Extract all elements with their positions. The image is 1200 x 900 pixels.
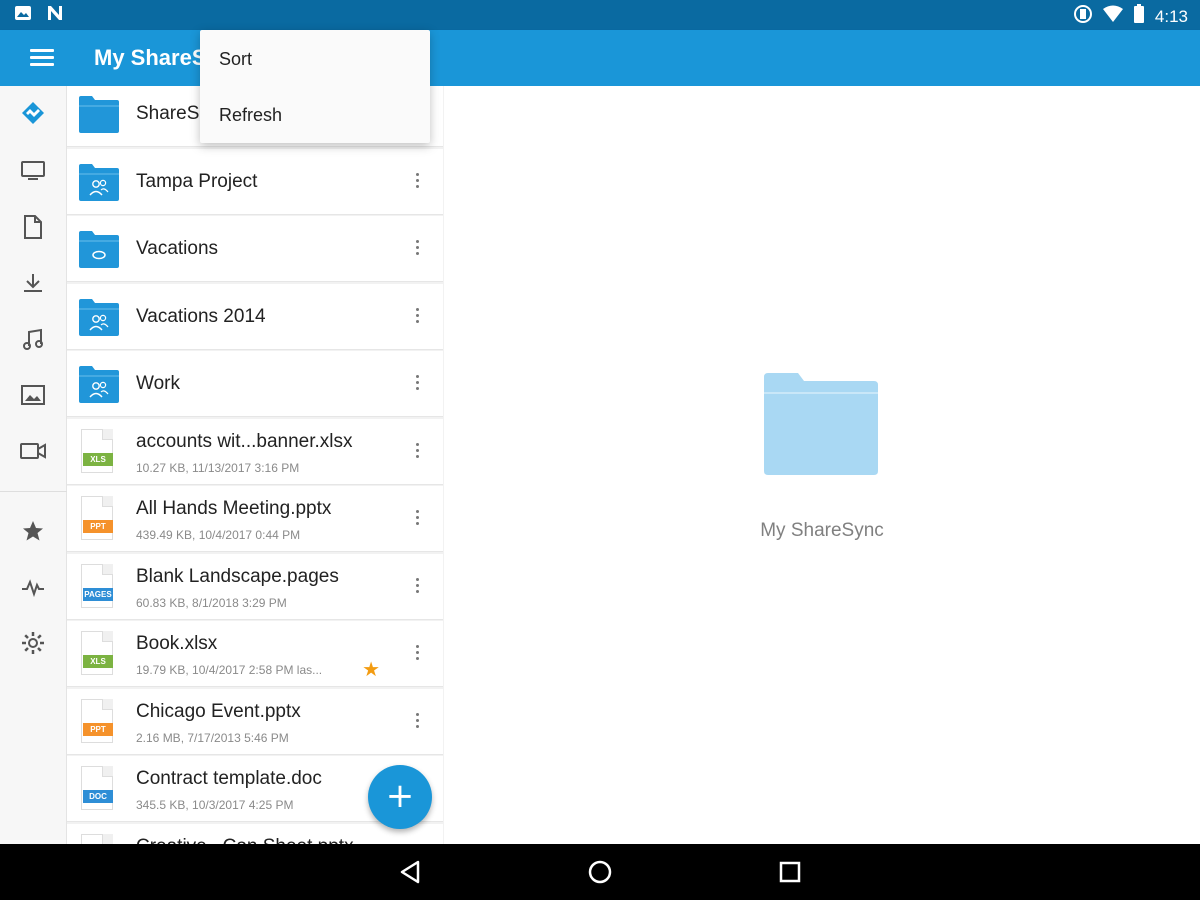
settings-icon[interactable]: [16, 626, 50, 660]
item-name: accounts wit...banner.xlsx: [136, 430, 353, 452]
computer-icon[interactable]: [16, 154, 50, 188]
folder-icon: [77, 297, 121, 337]
more-options-icon[interactable]: [411, 240, 423, 260]
system-nav-bar: [0, 844, 1200, 900]
file-row[interactable]: XLS accounts wit...banner.xlsx 10.27 KB, 1…: [67, 418, 443, 485]
file-type-icon: XLS: [81, 428, 113, 473]
download-icon[interactable]: [16, 266, 50, 300]
item-name: Contract template.doc: [136, 768, 322, 789]
star-icon[interactable]: [16, 514, 50, 548]
file-row[interactable]: XLS Book.xlsx 19.79 KB, 10/4/2017 2:58 PM …: [67, 621, 443, 687]
more-options-icon[interactable]: [411, 712, 423, 733]
file-type-icon: PPT: [81, 698, 113, 743]
more-options-icon[interactable]: [411, 375, 423, 395]
image-icon[interactable]: [16, 378, 50, 412]
wifi-icon: [1102, 5, 1123, 28]
video-icon[interactable]: [16, 434, 50, 468]
file-type-badge: XLS: [83, 655, 113, 668]
app-bar: My ShareSync: [0, 30, 1200, 86]
item-name: Chicago Event.pptx: [136, 700, 301, 722]
document-icon[interactable]: [16, 210, 50, 244]
status-bar: 4:13: [0, 0, 1200, 30]
item-name: Blank Landscape.pages: [136, 565, 339, 587]
file-type-icon: XLS: [81, 631, 113, 675]
more-options-icon[interactable]: [411, 307, 423, 328]
item-meta: 19.79 KB, 10/4/2017 2:58 PM las...: [136, 663, 323, 677]
item-name: Creative...Con Sheet.pptx: [136, 836, 354, 845]
folder-icon: [77, 229, 121, 269]
folder-icon: [77, 364, 121, 404]
folder-placeholder-icon: [760, 371, 882, 475]
item-name: Book.xlsx: [136, 633, 218, 654]
file-type-icon: PAGES: [81, 563, 113, 608]
add-button[interactable]: +: [368, 765, 432, 829]
menu-item-sort[interactable]: Sort: [200, 31, 430, 87]
file-type-badge: PPT: [83, 722, 113, 736]
file-row[interactable]: PPT All Hands Meeting.pptx 439.49 KB, 10/4…: [67, 486, 443, 552]
clock: 4:13: [1154, 6, 1188, 26]
file-type-badge: PPT: [83, 520, 113, 533]
file-type-badge: DOC: [83, 790, 113, 803]
nav-rail: [0, 86, 67, 844]
more-options-icon[interactable]: [411, 510, 423, 530]
home-icon[interactable]: [586, 858, 614, 886]
file-type-icon: [81, 833, 113, 844]
empty-state-label: My ShareSync: [760, 520, 884, 541]
more-options-icon[interactable]: [411, 172, 423, 193]
app-window: 4:13 My ShareSync ShareS Tampa Project V…: [0, 0, 1200, 900]
detail-pane: My ShareSync: [444, 86, 1200, 844]
starred-icon: ★: [362, 659, 380, 681]
more-options-icon[interactable]: [411, 442, 423, 463]
battery-icon: [1133, 4, 1145, 29]
item-name: Vacations: [136, 238, 219, 259]
file-row[interactable]: Creative...Con Sheet.pptx: [67, 823, 443, 845]
file-list: ShareS Tampa Project Vacations Vacations 20…: [67, 86, 444, 844]
recents-icon[interactable]: [776, 858, 804, 886]
more-options-icon[interactable]: [411, 577, 423, 598]
file-type-badge: XLS: [83, 452, 113, 466]
folder-row[interactable]: Vacations: [67, 216, 443, 282]
item-meta: 2.16 MB, 7/17/2013 5:46 PM: [136, 730, 289, 745]
sharesync-icon[interactable]: [16, 96, 50, 130]
file-row[interactable]: PPT Chicago Event.pptx 2.16 MB, 7/17/2013 …: [67, 688, 443, 755]
folder-icon: [77, 94, 121, 134]
overflow-menu: Sort Refresh: [200, 30, 430, 143]
file-type-badge: PAGES: [83, 587, 113, 601]
item-name: Vacations 2014: [136, 305, 266, 327]
folder-row[interactable]: Vacations 2014: [67, 283, 443, 350]
file-row[interactable]: PAGES Blank Landscape.pages 60.83 KB, 8/1/…: [67, 553, 443, 620]
folder-icon: [77, 162, 121, 202]
item-meta: 10.27 KB, 11/13/2017 3:16 PM: [136, 460, 300, 475]
gallery-notification-icon: [14, 5, 32, 26]
item-name: ShareS: [136, 103, 200, 124]
file-type-icon: PPT: [81, 496, 113, 540]
item-name: All Hands Meeting.pptx: [136, 498, 332, 519]
n-notification-icon: [46, 5, 64, 26]
vibrate-icon: [1073, 4, 1093, 29]
rail-divider: [0, 491, 67, 492]
more-options-icon[interactable]: [411, 645, 423, 665]
item-name: Work: [136, 373, 180, 394]
menu-item-refresh[interactable]: Refresh: [200, 87, 430, 143]
item-meta: 439.49 KB, 10/4/2017 0:44 PM: [136, 528, 301, 542]
activity-icon[interactable]: [16, 570, 50, 604]
item-meta: 345.5 KB, 10/3/2017 4:25 PM: [136, 798, 294, 812]
folder-row[interactable]: Work: [67, 351, 443, 417]
item-meta: 60.83 KB, 8/1/2018 3:29 PM: [136, 595, 287, 610]
item-name: Tampa Project: [136, 170, 258, 192]
back-icon[interactable]: [396, 858, 424, 886]
hamburger-menu-icon[interactable]: [22, 44, 62, 74]
folder-row[interactable]: Tampa Project: [67, 148, 443, 215]
file-type-icon: DOC: [81, 766, 113, 810]
music-icon[interactable]: [16, 322, 50, 356]
